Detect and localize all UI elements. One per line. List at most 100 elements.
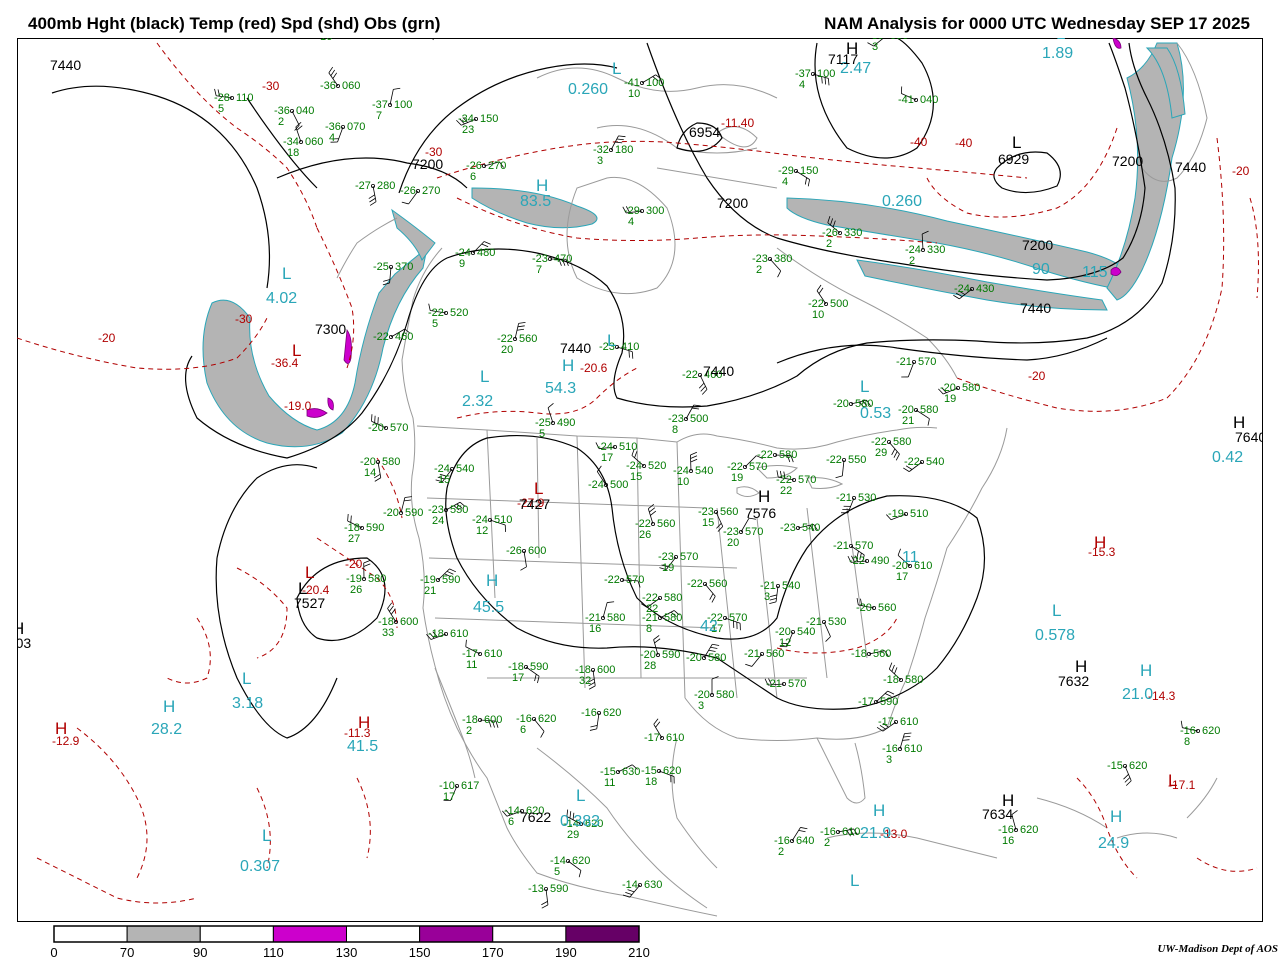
obs-temperature: -41	[898, 94, 914, 106]
high-marker: H	[163, 697, 175, 716]
obs-height: 150	[480, 113, 498, 125]
obs-dewpoint: 5	[554, 866, 560, 878]
obs-temperature: -18	[851, 648, 867, 660]
obs-temperature: -22	[373, 331, 389, 343]
obs-dewpoint: 17	[896, 571, 908, 583]
high-marker: H	[55, 719, 67, 738]
height-label: 6929	[998, 151, 1029, 167]
low-marker: L	[480, 367, 489, 386]
obs-height: 540	[695, 465, 713, 477]
high-marker: H	[1110, 807, 1122, 826]
obs-dewpoint: 2	[278, 116, 284, 128]
speed-value: 4.02	[266, 290, 297, 307]
colorbar-tick: 210	[628, 945, 650, 960]
obs-height: 370	[395, 261, 413, 273]
obs-height: 590	[530, 661, 548, 673]
speed-colorbar: 0 70 90 110 130 150 170 190 210	[50, 925, 650, 960]
obs-height: 540	[456, 463, 474, 475]
obs-height: 520	[450, 307, 468, 319]
height-label: 7300	[315, 321, 346, 337]
obs-dewpoint: 11	[604, 777, 615, 789]
colorbar-ticks: 0 70 90 110 130 150 170 190 210	[50, 945, 649, 960]
obs-temperature: -22	[687, 578, 703, 590]
obs-temperature: -26	[506, 545, 522, 557]
height-label: 7440	[703, 363, 734, 379]
temperature-label: -11.40	[721, 116, 754, 130]
colorbar-boxes	[53, 925, 640, 943]
obs-height: 540	[926, 456, 944, 468]
obs-height: 550	[848, 454, 866, 466]
obs-temperature: -22	[904, 456, 920, 468]
obs-temperature: -22	[757, 449, 773, 461]
speed-value: 24.9	[1098, 835, 1129, 852]
colorbar-tick: 170	[482, 945, 504, 960]
speed-value: 0.260	[882, 193, 922, 210]
colorbar-tick: 110	[263, 945, 284, 960]
obs-height: 610	[900, 716, 918, 728]
obs-dewpoint: 2	[909, 255, 915, 267]
obs-temperature: -23	[780, 522, 796, 534]
obs-dewpoint: 26	[639, 529, 651, 541]
temperature-label: -40	[910, 135, 928, 149]
height-label: 6954	[689, 124, 720, 140]
obs-height: 070	[347, 121, 365, 133]
obs-height: 570	[798, 474, 816, 486]
obs-dewpoint: 2	[824, 837, 830, 849]
obs-height: 560	[519, 333, 537, 345]
obs-height: 590	[366, 522, 384, 534]
temperature-label: -30	[262, 79, 280, 93]
obs-temperature: -17	[878, 716, 894, 728]
obs-temperature: -22	[826, 454, 842, 466]
obs-dewpoint: 9	[459, 258, 465, 270]
obs-temperature: -25	[373, 261, 389, 273]
obs-dewpoint: 10	[677, 476, 689, 488]
obs-height: 570	[749, 461, 767, 473]
colorbar-tick: 150	[409, 945, 431, 960]
high-marker: H	[486, 571, 498, 590]
obs-height: 580	[708, 652, 726, 664]
obs-dewpoint: 5	[539, 428, 545, 440]
obs-height: 560	[720, 506, 738, 518]
high-marker: H	[1140, 661, 1152, 680]
speed-value: 28.2	[151, 721, 182, 738]
obs-height: 480	[477, 247, 495, 259]
obs-dewpoint: 18	[287, 147, 299, 159]
obs-temperature: -21	[836, 492, 852, 504]
obs-dewpoint: 2	[466, 725, 472, 737]
obs-temperature: -22	[682, 369, 698, 381]
obs-dewpoint: 21	[902, 415, 914, 427]
colorbar-tick: 190	[555, 945, 577, 960]
colorbar-box	[53, 925, 128, 943]
obs-dewpoint: 6	[508, 816, 514, 828]
obs-temperature: -17	[858, 696, 874, 708]
chart-title: 400mb Hght (black) Temp (red) Spd (shd) …	[28, 14, 441, 33]
colorbar-box	[199, 925, 274, 943]
obs-temperature: -16	[581, 707, 597, 719]
temperature-label: -20.6	[580, 361, 608, 375]
speed-value: 0.53	[860, 405, 891, 422]
obs-dewpoint: 33	[382, 627, 394, 639]
speed-value: 0.383	[560, 813, 600, 830]
speed-value: 21.0	[1122, 686, 1153, 703]
obs-height: 580	[607, 612, 625, 624]
obs-temperature: -21	[896, 356, 912, 368]
obs-temperature: -21	[833, 540, 849, 552]
obs-height: 500	[690, 413, 708, 425]
obs-dewpoint: 2	[826, 238, 832, 250]
obs-dewpoint: 16	[320, 38, 332, 43]
obs-dewpoint: 29	[567, 829, 579, 841]
obs-dewpoint: 7	[376, 110, 382, 122]
speed-value: 0.307	[240, 858, 280, 875]
obs-height: 580	[962, 382, 980, 394]
height-label: 7640	[1235, 429, 1263, 445]
low-marker: L	[292, 341, 301, 360]
speed-value: 45.5	[473, 599, 504, 616]
weather-map: -3804016-3705017-40080-390503-281105-360…	[17, 38, 1263, 922]
obs-dewpoint: 12	[476, 525, 488, 537]
temperature-label: -20	[98, 331, 116, 345]
obs-height: 630	[622, 766, 640, 778]
obs-height: 410	[621, 341, 639, 353]
colorbar-tick: 70	[120, 945, 134, 960]
obs-temperature: -24	[954, 283, 970, 295]
speed-value: 54.3	[545, 380, 576, 397]
